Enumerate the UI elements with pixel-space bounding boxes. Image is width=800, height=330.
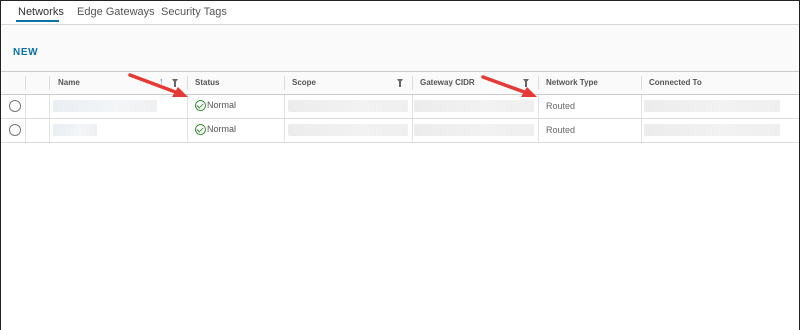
gateway-cidr-redacted [414,124,534,136]
network-name-redacted[interactable] [53,124,97,136]
status-label: Normal [207,100,237,110]
column-header-gateway-cidr[interactable]: Gateway CIDR [420,72,475,94]
column-header-scope[interactable]: Scope [292,72,316,94]
table-row[interactable]: Normal Routed [1,95,799,119]
row-divider [187,119,188,142]
connected-to-redacted [644,100,780,112]
row-divider [25,119,26,142]
row-divider [284,95,285,118]
scope-redacted [288,124,408,136]
column-header-connected-to[interactable]: Connected To [649,72,702,94]
network-name-redacted[interactable] [53,100,157,112]
tab-bar: Networks Edge Gateways Security Tags [1,1,799,25]
main-content: NEW Name ↑ Status Scope Gateway CIDR Net… [1,25,799,330]
active-tab-indicator [16,20,59,22]
row-divider [641,95,642,118]
status-label: Normal [207,124,237,134]
annotation-arrow [128,73,188,97]
tab-networks[interactable]: Networks [18,6,64,18]
column-separator[interactable] [49,76,50,90]
row-divider [538,119,539,142]
table-row[interactable]: Normal Routed [1,119,799,143]
column-separator[interactable] [412,76,413,90]
row-select-radio[interactable] [9,100,21,112]
row-divider [25,95,26,118]
row-divider [641,119,642,142]
row-select-radio[interactable] [9,124,21,136]
connected-to-redacted [644,124,780,136]
network-type-value: Routed [546,101,576,111]
tab-edge-gateways[interactable]: Edge Gateways [77,6,155,18]
column-separator[interactable] [641,76,642,90]
annotation-arrow [481,75,537,97]
grid-header: Name ↑ Status Scope Gateway CIDR Network… [1,72,799,95]
check-circle-icon [195,100,206,111]
networks-datagrid: Name ↑ Status Scope Gateway CIDR Network… [1,71,799,330]
tab-security-tags[interactable]: Security Tags [161,6,227,18]
row-divider [284,119,285,142]
scope-redacted [288,100,408,112]
app-frame: Networks Edge Gateways Security Tags NEW… [0,0,800,330]
row-divider [412,95,413,118]
filter-icon[interactable] [397,79,403,87]
row-divider [49,119,50,142]
check-circle-icon [195,124,206,135]
column-separator[interactable] [284,76,285,90]
column-header-network-type[interactable]: Network Type [546,72,598,94]
column-separator [25,76,26,90]
column-header-name[interactable]: Name [58,72,80,94]
new-button[interactable]: NEW [13,47,38,58]
row-divider [49,95,50,118]
network-type-value: Routed [546,125,576,135]
column-header-status[interactable]: Status [195,72,219,94]
row-divider [412,119,413,142]
